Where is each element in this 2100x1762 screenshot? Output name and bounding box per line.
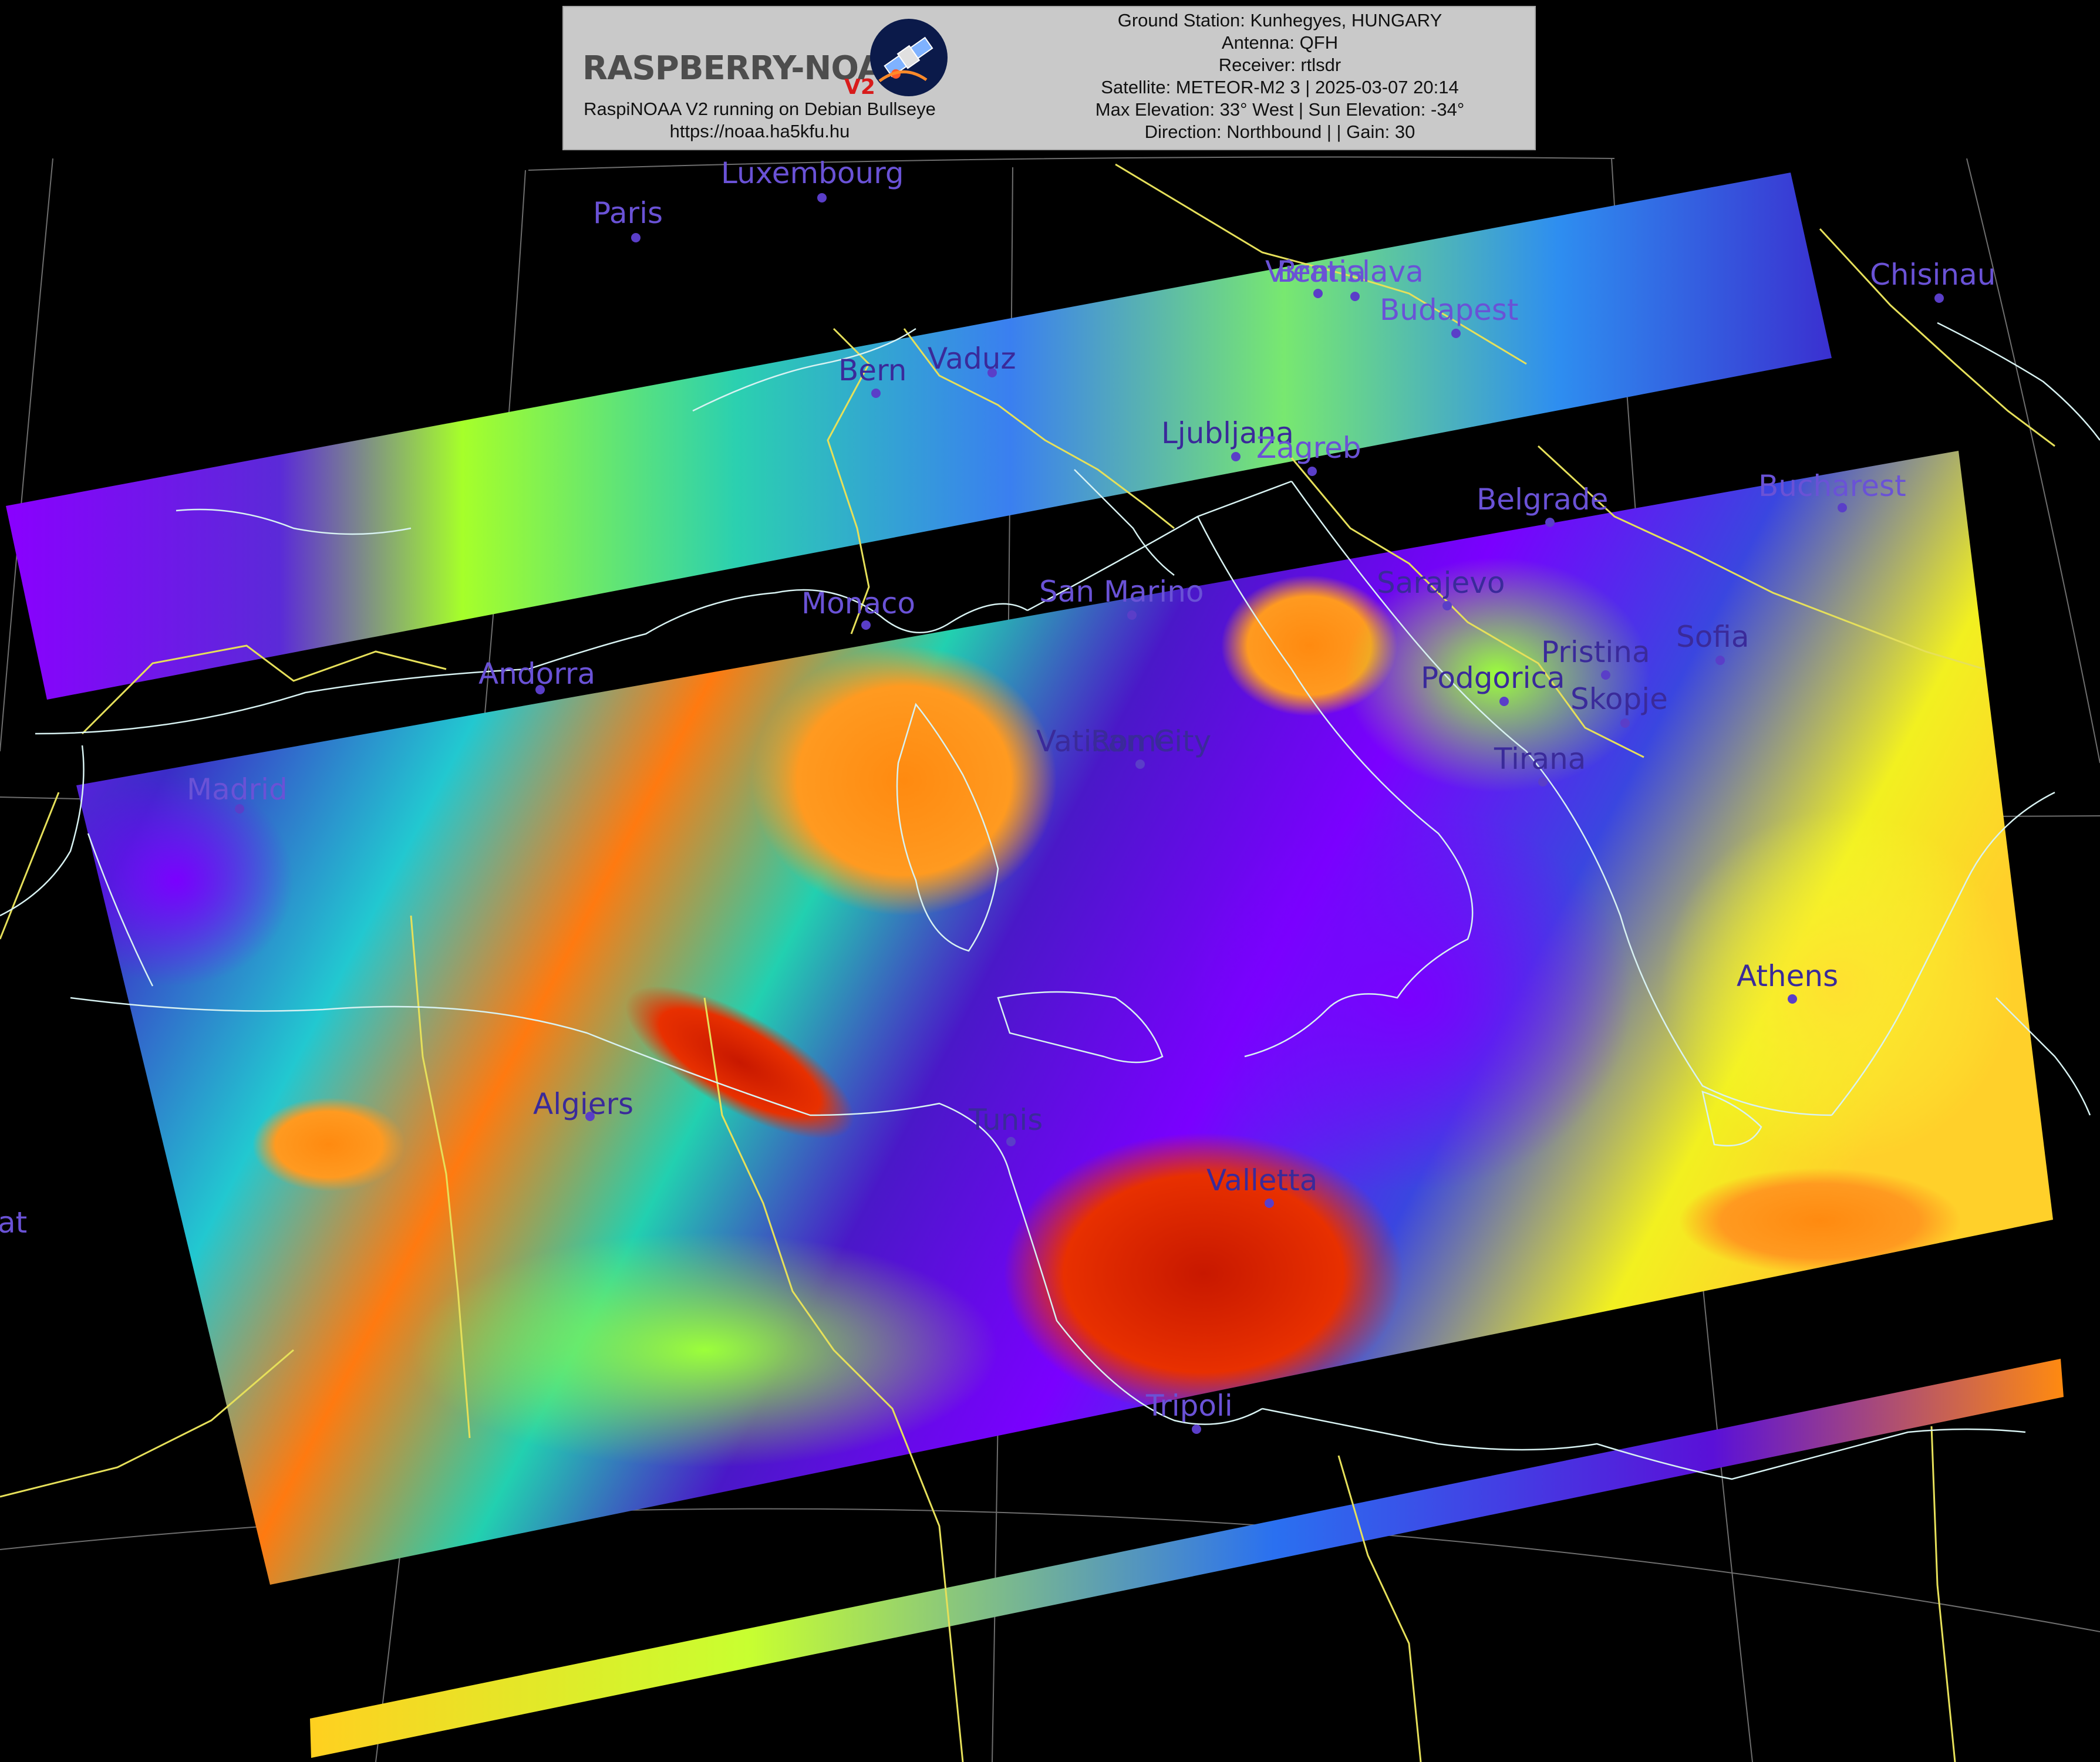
city-dot [1538,777,1548,787]
city-label: Monaco [801,586,915,620]
city-label: Budapest [1380,293,1519,327]
city-dot [1135,760,1145,769]
city-label: Tirana [1494,742,1586,776]
station-info-panel: RASPBERRY-NOAA V2 RaspiNOAA V2 running o… [562,6,1536,150]
satellite-line: Satellite: METEOR-M2 3 | 2025-03-07 20:1… [1101,77,1459,97]
ground-station-line: Ground Station: Kunhegyes, HUNGARY [1117,10,1442,31]
city-dot [1788,994,1797,1004]
city-dot [1620,718,1630,728]
antenna-line: Antenna: QFH [1221,32,1339,53]
city-label: Sarajevo [1377,566,1505,600]
city-label: Zagreb [1256,431,1361,465]
city-label: Athens [1737,959,1838,993]
city-label: Podgorica [1421,661,1565,695]
city-dot [1192,1425,1201,1434]
city-vaduz: Vaduz [928,342,1016,377]
city-dot [1127,610,1137,620]
city-andorra: Andorra [478,657,595,694]
city-label: Skopje [1570,682,1668,716]
city-dot [1265,1199,1274,1208]
city-label: Vaduz [928,342,1016,376]
city-dot [631,233,641,242]
city-label: Bucharest [1758,469,1906,503]
city-algiers: Algiers [533,1087,633,1121]
raspberry-noaa-logo: RASPBERRY-NOAA V2 [574,16,950,99]
city-dot [817,193,827,202]
city-dot [1313,289,1323,298]
city-dot [1601,670,1610,680]
city-label: San Marino [1039,575,1204,609]
city-dot [861,620,871,630]
city-label: Madrid [187,772,288,806]
software-line: RaspiNOAA V2 running on Debian Bullseye [584,99,936,119]
city-label: Algiers [533,1087,633,1121]
city-chisinau: Chisinau [1870,258,1995,303]
city-zagreb: Zagreb [1256,431,1361,476]
city-label: Sofia [1676,620,1749,654]
city-dot [1006,1137,1016,1146]
city-label: Rabat [0,1206,27,1240]
city-label: Paris [593,196,663,230]
city-dot [1451,329,1461,338]
city-dot [1934,293,1944,303]
city-dot [1715,656,1725,665]
city-rabat: Rabat [0,1206,27,1240]
city-dot [871,389,881,398]
city-dot [1307,467,1317,476]
city-dot [1545,518,1555,527]
satellite-icon [870,19,948,96]
city-label: Rome [1091,724,1175,758]
pass-details: Ground Station: Kunhegyes, HUNGARY Anten… [1033,9,1526,143]
city-dot [1499,697,1509,706]
city-label: Valletta [1206,1163,1317,1197]
city-label: Andorra [478,657,595,691]
city-luxembourg: Luxembourg [721,156,904,202]
city-label: Chisinau [1870,258,1995,292]
city-label: Belgrade [1477,482,1608,517]
city-tripoli: Tripoli [1145,1389,1233,1434]
city-monaco: Monaco [801,586,915,630]
city-label: Tripoli [1145,1389,1233,1423]
city-label: Tunis [968,1103,1043,1137]
city-paris: Paris [593,196,663,242]
url-line: https://noaa.ha5kfu.hu [669,121,850,141]
direction-line: Direction: Northbound | | Gain: 30 [1144,121,1415,142]
city-dot [1442,601,1452,610]
city-rome: Rome [1091,724,1175,758]
receiver-line: Receiver: rtlsdr [1218,55,1341,75]
city-dot [1350,292,1360,301]
city-dot [1231,452,1241,461]
satellite-map: Luxembourg Paris Vienna Bratislava Budap… [0,156,2100,1762]
city-label: Luxembourg [721,156,904,190]
city-dot [1838,503,1847,512]
city-label: Bratislava [1277,255,1424,289]
elevation-line: Max Elevation: 33° West | Sun Elevation:… [1095,99,1465,120]
city-label: Bern [838,353,906,387]
